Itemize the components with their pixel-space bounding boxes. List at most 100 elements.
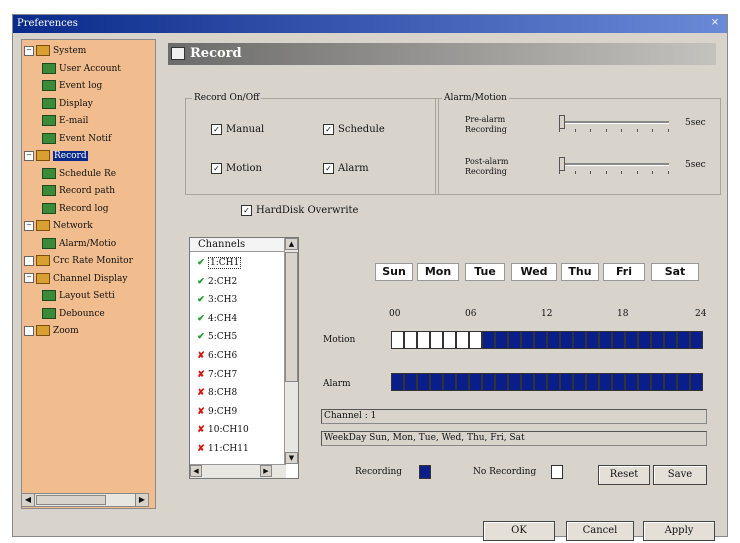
schedule-cell[interactable] bbox=[586, 331, 599, 349]
close-icon[interactable]: × bbox=[709, 17, 721, 29]
schedule-cell[interactable] bbox=[638, 373, 651, 391]
tree-item[interactable]: Record log bbox=[42, 202, 109, 216]
channel-item[interactable]: ✘ 7:CH7 bbox=[196, 368, 237, 382]
schedule-cell[interactable] bbox=[664, 331, 677, 349]
schedule-cell[interactable] bbox=[508, 331, 521, 349]
expand-toggle-icon[interactable]: − bbox=[24, 45, 34, 56]
channel-list-vertical-scrollbar[interactable]: ▲ ▼ bbox=[284, 238, 298, 464]
schedule-cell[interactable] bbox=[456, 331, 469, 349]
schedule-cell[interactable] bbox=[404, 331, 417, 349]
schedule-cell[interactable] bbox=[664, 373, 677, 391]
schedule-cell[interactable] bbox=[690, 373, 703, 391]
tree-item[interactable]: Crc Rate Monitor bbox=[24, 254, 133, 268]
scroll-thumb[interactable] bbox=[36, 495, 106, 505]
day-button-wed[interactable]: Wed bbox=[511, 263, 557, 281]
apply-button[interactable]: Apply bbox=[643, 521, 715, 541]
save-button[interactable]: Save bbox=[653, 465, 707, 485]
tree-item[interactable]: − Network bbox=[24, 219, 93, 233]
cancel-button[interactable]: Cancel bbox=[566, 521, 634, 541]
schedule-cell[interactable] bbox=[391, 331, 404, 349]
tree-item[interactable]: Schedule Re bbox=[42, 167, 116, 181]
schedule-checkbox[interactable]: ✓ Schedule bbox=[323, 124, 385, 135]
channel-list[interactable]: Channels ✔ 1:CH1 ✔ 2:CH2 ✔ 3:CH3 ✔ 4:CH4 ✔ 5:CH5 ✘… bbox=[189, 237, 299, 479]
schedule-cell[interactable] bbox=[547, 331, 560, 349]
expand-toggle-icon[interactable]: − bbox=[24, 220, 34, 231]
schedule-cell[interactable] bbox=[495, 373, 508, 391]
schedule-cell[interactable] bbox=[469, 331, 482, 349]
tree-item[interactable]: User Account bbox=[42, 62, 121, 76]
tree-item[interactable]: E-mail bbox=[42, 114, 88, 128]
alarm-checkbox[interactable]: ✓ Alarm bbox=[323, 163, 369, 174]
schedule-cell[interactable] bbox=[625, 331, 638, 349]
day-button-sun[interactable]: Sun bbox=[375, 263, 413, 281]
motion-checkbox[interactable]: ✓ Motion bbox=[211, 163, 262, 174]
tree-item[interactable]: − System bbox=[24, 44, 86, 58]
schedule-cell[interactable] bbox=[599, 331, 612, 349]
channel-item[interactable]: ✔ 2:CH2 bbox=[196, 275, 237, 289]
schedule-cell[interactable] bbox=[404, 373, 417, 391]
channel-scroll-right-icon[interactable]: ▶ bbox=[260, 465, 272, 477]
schedule-cell[interactable] bbox=[417, 331, 430, 349]
settings-tree[interactable]: − System User Account Event log Display E-mai… bbox=[21, 39, 156, 509]
day-button-thu[interactable]: Thu bbox=[561, 263, 599, 281]
channel-item[interactable]: ✘ 11:CH11 bbox=[196, 442, 248, 456]
channel-item[interactable]: ✔ 3:CH3 bbox=[196, 293, 237, 307]
schedule-cell[interactable] bbox=[573, 331, 586, 349]
tree-item[interactable]: Zoom bbox=[24, 324, 79, 338]
schedule-cell[interactable] bbox=[430, 373, 443, 391]
pre-alarm-slider-thumb[interactable] bbox=[559, 115, 565, 129]
schedule-cell[interactable] bbox=[638, 331, 651, 349]
schedule-cell[interactable] bbox=[586, 373, 599, 391]
schedule-cell[interactable] bbox=[625, 373, 638, 391]
schedule-cell[interactable] bbox=[599, 373, 612, 391]
tree-item[interactable]: − Channel Display bbox=[24, 272, 128, 286]
tree-item[interactable]: Debounce bbox=[42, 307, 105, 321]
schedule-cell[interactable] bbox=[469, 373, 482, 391]
harddisk-overwrite-checkbox[interactable]: ✓ HardDisk Overwrite bbox=[241, 205, 358, 216]
schedule-cell[interactable] bbox=[677, 331, 690, 349]
motion-schedule-row[interactable] bbox=[391, 331, 703, 351]
schedule-cell[interactable] bbox=[651, 331, 664, 349]
channel-item[interactable]: ✘ 6:CH6 bbox=[196, 349, 237, 363]
schedule-cell[interactable] bbox=[651, 373, 664, 391]
manual-checkbox[interactable]: ✓ Manual bbox=[211, 124, 264, 135]
schedule-cell[interactable] bbox=[482, 331, 495, 349]
ok-button[interactable]: OK bbox=[483, 521, 555, 541]
expand-toggle-icon[interactable]: − bbox=[24, 150, 34, 161]
scroll-down-icon[interactable]: ▼ bbox=[285, 452, 298, 464]
day-button-fri[interactable]: Fri bbox=[603, 263, 645, 281]
scroll-up-icon[interactable]: ▲ bbox=[285, 238, 298, 250]
tree-item[interactable]: Layout Setti bbox=[42, 289, 115, 303]
schedule-cell[interactable] bbox=[690, 331, 703, 349]
day-button-tue[interactable]: Tue bbox=[465, 263, 505, 281]
schedule-cell[interactable] bbox=[443, 373, 456, 391]
tree-item[interactable]: Alarm/Motio bbox=[42, 237, 116, 251]
channel-scroll-thumb[interactable] bbox=[285, 252, 298, 382]
channel-list-horizontal-scrollbar[interactable]: ◀ ▶ bbox=[190, 464, 286, 478]
alarm-schedule-row[interactable] bbox=[391, 373, 703, 393]
schedule-cell[interactable] bbox=[521, 373, 534, 391]
schedule-cell[interactable] bbox=[573, 373, 586, 391]
schedule-cell[interactable] bbox=[443, 331, 456, 349]
channel-scroll-left-icon[interactable]: ◀ bbox=[190, 465, 202, 477]
channel-item[interactable]: ✔ 4:CH4 bbox=[196, 312, 237, 326]
expand-toggle-icon[interactable] bbox=[24, 325, 34, 336]
reset-button[interactable]: Reset bbox=[598, 465, 650, 485]
tree-item[interactable]: Event log bbox=[42, 79, 102, 93]
tree-item[interactable]: Record path bbox=[42, 184, 115, 198]
schedule-cell[interactable] bbox=[560, 331, 573, 349]
schedule-cell[interactable] bbox=[456, 373, 469, 391]
post-alarm-slider[interactable] bbox=[559, 157, 669, 174]
expand-toggle-icon[interactable] bbox=[24, 255, 34, 266]
schedule-cell[interactable] bbox=[495, 331, 508, 349]
schedule-cell[interactable] bbox=[417, 373, 430, 391]
expand-toggle-icon[interactable]: − bbox=[24, 273, 34, 283]
day-button-sat[interactable]: Sat bbox=[651, 263, 699, 281]
scroll-right-icon[interactable]: ▶ bbox=[135, 494, 148, 506]
schedule-cell[interactable] bbox=[430, 331, 443, 349]
day-button-mon[interactable]: Mon bbox=[417, 263, 459, 281]
schedule-cell[interactable] bbox=[521, 331, 534, 349]
tree-item[interactable]: Display bbox=[42, 97, 93, 111]
schedule-cell[interactable] bbox=[612, 373, 625, 391]
schedule-cell[interactable] bbox=[391, 373, 404, 391]
